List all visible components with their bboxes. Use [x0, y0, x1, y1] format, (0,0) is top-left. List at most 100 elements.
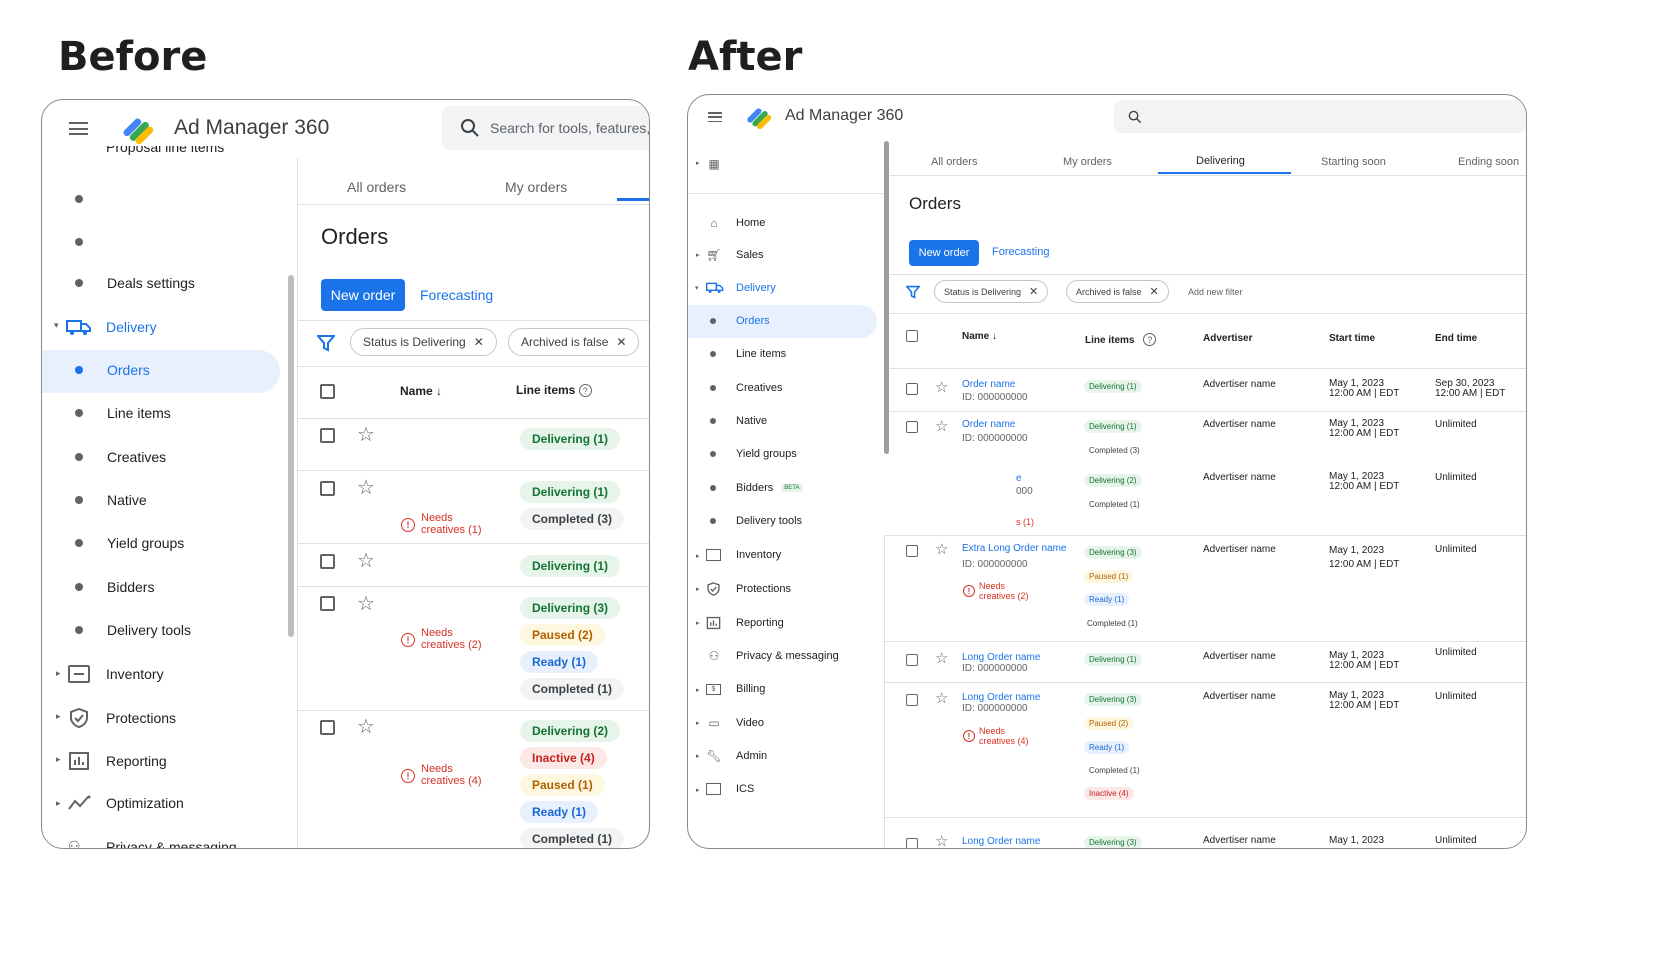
star-icon[interactable]: ☆ — [357, 717, 375, 737]
sidebar-scrollbar[interactable] — [884, 141, 889, 454]
star-icon[interactable]: ☆ — [935, 691, 948, 706]
nav-billing[interactable]: $ Billing — [706, 683, 765, 695]
nav-deals-settings[interactable]: Deals settings — [75, 275, 195, 291]
order-name-link[interactable]: Order name — [962, 379, 1015, 390]
nav-reporting[interactable]: Reporting — [706, 616, 784, 630]
select-all-checkbox[interactable] — [320, 384, 335, 399]
filter-chip-archived[interactable]: Archived is false ✕ — [1066, 280, 1169, 303]
star-icon[interactable]: ☆ — [357, 594, 375, 614]
add-filter-link[interactable]: Add new filter — [1188, 287, 1243, 297]
row-checkbox[interactable] — [906, 654, 918, 666]
nav-delivery[interactable]: Delivery — [706, 281, 776, 294]
nav-privacy[interactable]: ⚇ Privacy & messaging — [706, 649, 839, 663]
expand-caret-icon[interactable]: ▾ — [54, 320, 59, 331]
alert-icon: ! — [963, 730, 975, 742]
nav-home[interactable]: ⌂ Home — [706, 216, 765, 230]
order-name-link[interactable]: Order name — [962, 419, 1015, 430]
row-checkbox[interactable] — [320, 720, 335, 735]
tab-all-orders[interactable]: All orders — [347, 179, 406, 195]
star-icon[interactable]: ☆ — [357, 425, 375, 445]
search-bar[interactable] — [1114, 100, 1526, 133]
tab-my-orders[interactable]: My orders — [1063, 156, 1112, 168]
star-icon[interactable]: ☆ — [935, 419, 948, 434]
nav-inventory[interactable]: Inventory — [68, 665, 164, 683]
star-icon[interactable]: ☆ — [357, 551, 375, 571]
column-header-advertiser[interactable]: Advertiser — [1203, 333, 1252, 344]
tab-starting-soon[interactable]: Starting soon — [1321, 156, 1386, 168]
tab-ending-soon[interactable]: Ending soon — [1458, 156, 1519, 168]
order-name-link[interactable]: e — [1016, 473, 1022, 484]
nav-reporting[interactable]: Reporting — [68, 751, 167, 771]
search-bar[interactable]: Search for tools, features, — [442, 106, 649, 150]
row-checkbox[interactable] — [320, 596, 335, 611]
new-order-button[interactable]: New order — [321, 279, 405, 311]
nav-yield-groups[interactable]: Yield groups — [75, 535, 184, 551]
nav-optimization[interactable]: Optimization — [68, 795, 184, 811]
filter-chip-archived[interactable]: Archived is false ✕ — [508, 328, 640, 356]
star-icon[interactable]: ☆ — [935, 651, 948, 666]
star-icon[interactable]: ☆ — [935, 380, 948, 395]
nav-video[interactable]: ▭ Video — [706, 716, 764, 730]
nav-sales[interactable]: 🛒︎ Sales — [706, 248, 763, 262]
nav-orders[interactable]: Orders — [710, 315, 770, 327]
nav-item-cut-top[interactable]: Proposal line items — [106, 146, 224, 156]
new-order-button[interactable]: New order — [909, 240, 979, 266]
row-checkbox[interactable] — [906, 421, 918, 433]
order-name-link[interactable]: Long Order name — [962, 836, 1040, 847]
menu-icon[interactable] — [69, 122, 88, 135]
row-checkbox[interactable] — [320, 428, 335, 443]
forecasting-link[interactable]: Forecasting — [992, 246, 1049, 258]
tab-my-orders[interactable]: My orders — [505, 179, 567, 195]
tab-delivering[interactable]: Delivering — [1196, 155, 1245, 167]
column-header-start-time[interactable]: Start time — [1329, 333, 1375, 344]
column-header-end-time[interactable]: End time — [1435, 333, 1477, 344]
cart-icon: 🛒︎ — [706, 248, 722, 262]
filter-chip-status[interactable]: Status is Delivering ✕ — [350, 328, 497, 356]
nav-orders[interactable]: Orders — [75, 362, 150, 378]
column-header-line-items[interactable]: Line items ? — [1085, 333, 1157, 346]
nav-protections[interactable]: Protections — [706, 582, 791, 596]
nav-native[interactable]: Native — [710, 415, 767, 427]
nav-inventory[interactable]: Inventory — [706, 549, 781, 561]
nav-delivery-tools[interactable]: Delivery tools — [75, 622, 191, 638]
star-icon[interactable]: ☆ — [935, 834, 948, 848]
row-checkbox[interactable] — [906, 545, 918, 557]
order-name-link[interactable]: Long Order name — [962, 652, 1040, 663]
filter-icon[interactable] — [317, 334, 335, 352]
column-header-name[interactable]: Name ↓ — [962, 331, 997, 342]
tab-all-orders[interactable]: All orders — [931, 156, 977, 168]
nav-bidders[interactable]: Bidders BETA — [710, 482, 803, 494]
forecasting-link[interactable]: Forecasting — [420, 287, 493, 303]
star-icon[interactable]: ☆ — [357, 478, 375, 498]
nav-creatives[interactable]: Creatives — [75, 449, 166, 465]
order-name-link[interactable]: Extra Long Order name — [962, 543, 1067, 554]
nav-bidders[interactable]: Bidders — [75, 579, 154, 595]
row-checkbox[interactable] — [906, 694, 918, 706]
nav-yield-groups[interactable]: Yield groups — [710, 448, 797, 460]
column-header-name[interactable]: Name ↓ — [400, 384, 442, 398]
menu-icon[interactable] — [708, 112, 722, 122]
row-checkbox[interactable] — [906, 383, 918, 395]
nav-delivery[interactable]: Delivery — [66, 318, 157, 336]
column-header-line-items[interactable]: Line items ? — [516, 383, 592, 397]
nav-admin[interactable]: 🔧︎ Admin — [706, 749, 767, 763]
nav-privacy[interactable]: ⚇ Privacy & messaging — [68, 838, 237, 848]
nav-line-items[interactable]: Line items — [75, 405, 171, 421]
sidebar-scrollbar[interactable] — [288, 275, 294, 637]
order-name-link[interactable]: Long Order name — [962, 692, 1040, 703]
filter-chip-status[interactable]: Status is Delivering ✕ — [934, 280, 1049, 303]
select-all-checkbox[interactable] — [906, 330, 918, 342]
row-checkbox[interactable] — [320, 554, 335, 569]
nav-native[interactable]: Native — [75, 492, 147, 508]
nav-line-items[interactable]: Line items — [710, 348, 786, 360]
filter-icon[interactable] — [906, 285, 920, 299]
nav-dot — [75, 238, 83, 246]
nav-ics[interactable]: ICS — [706, 783, 754, 795]
building-icon[interactable]: ▦ — [706, 157, 722, 171]
star-icon[interactable]: ☆ — [935, 542, 948, 557]
nav-delivery-tools[interactable]: Delivery tools — [710, 515, 802, 527]
row-checkbox[interactable] — [906, 838, 918, 848]
nav-creatives[interactable]: Creatives — [710, 382, 782, 394]
nav-protections[interactable]: Protections — [68, 708, 176, 728]
row-checkbox[interactable] — [320, 481, 335, 496]
